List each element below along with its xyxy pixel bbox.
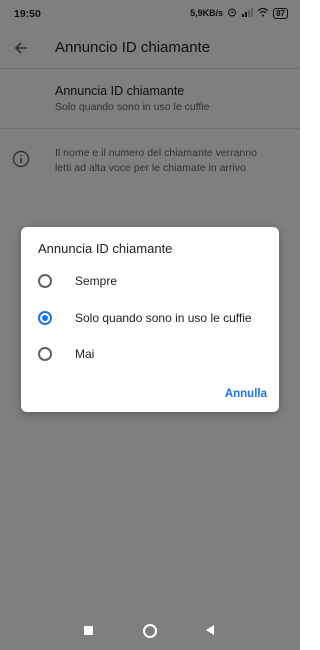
home-icon[interactable] — [143, 624, 157, 638]
option-mai[interactable]: Mai — [21, 336, 279, 372]
back-nav-icon[interactable] — [206, 625, 214, 635]
system-nav-bar — [0, 610, 300, 650]
caller-id-dialog: Annuncia ID chiamante Sempre Solo quando… — [21, 227, 279, 412]
dialog-title: Annuncia ID chiamante — [38, 241, 173, 256]
option-label: Solo quando sono in uso le cuffie — [75, 311, 252, 325]
option-sempre[interactable]: Sempre — [21, 263, 279, 299]
cancel-button[interactable]: Annulla — [225, 388, 267, 400]
radio-checked-icon — [38, 311, 52, 325]
recents-icon[interactable] — [84, 626, 93, 635]
option-label: Mai — [75, 347, 95, 361]
option-solo-cuffie[interactable]: Solo quando sono in uso le cuffie — [21, 300, 279, 336]
radio-unchecked-icon — [38, 347, 52, 361]
radio-unchecked-icon — [38, 274, 52, 288]
option-label: Sempre — [75, 274, 118, 288]
